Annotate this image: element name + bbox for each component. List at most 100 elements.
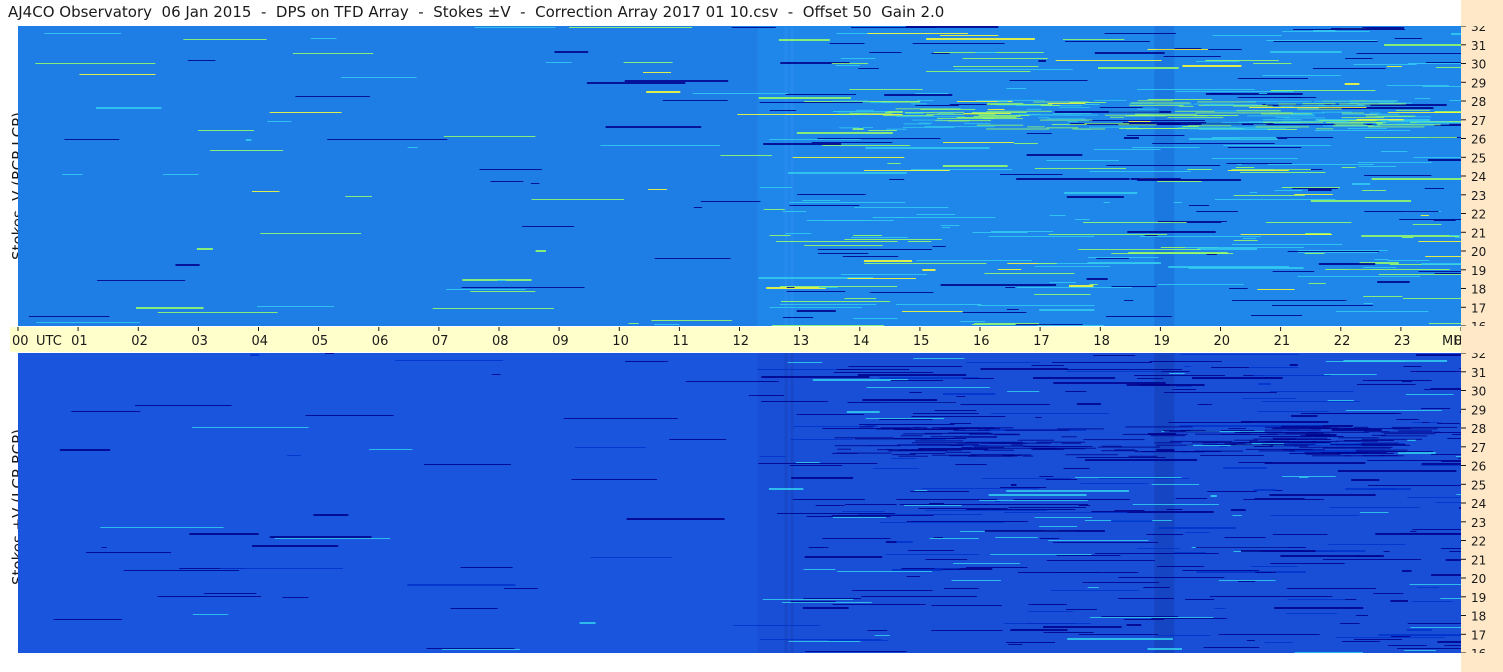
signal-line (1063, 39, 1125, 40)
vertical-stripe (1154, 26, 1175, 326)
signal-line (1441, 461, 1461, 462)
burst-band (932, 427, 996, 429)
signal-line (769, 307, 862, 308)
freq-tick-label: 16 (1471, 647, 1486, 653)
signal-line (1049, 282, 1076, 283)
signal-line (916, 214, 956, 215)
signal-line (1253, 375, 1331, 376)
signal-line (853, 235, 882, 236)
signal-line (915, 514, 983, 515)
signal-line (908, 241, 932, 242)
signal-line (974, 323, 1039, 324)
signal-line (474, 27, 556, 28)
signal-line (912, 43, 1005, 44)
signal-line (442, 649, 521, 650)
signal-line (1396, 419, 1419, 420)
signal-line (1405, 394, 1454, 395)
signal-line (1157, 566, 1204, 567)
signal-line (837, 571, 932, 572)
vertical-stripe (1154, 353, 1175, 653)
signal-line (1287, 251, 1380, 252)
burst-band (924, 432, 993, 434)
signal-line (1287, 599, 1346, 600)
signal-line (1449, 551, 1461, 552)
time-tick-label: 08 (492, 334, 509, 349)
signal-line (1417, 587, 1440, 588)
signal-line (1087, 587, 1099, 588)
signal-line (1065, 41, 1150, 42)
signal-line (1136, 548, 1180, 549)
signal-line (796, 310, 836, 312)
burst-band (1065, 114, 1098, 116)
signal-line (1281, 187, 1340, 188)
signal-line (192, 614, 229, 615)
signal-line (1098, 67, 1179, 69)
signal-line (1364, 175, 1432, 176)
signal-line (646, 91, 681, 93)
signal-line (1262, 75, 1341, 76)
bottom-frequency-axis: 32 31 30 29 28 27 26 25 24 23 22 21 20 19 18 17 16 (1461, 353, 1486, 653)
signal-line (954, 69, 1073, 70)
signal-line (1168, 422, 1251, 423)
burst-band (1261, 443, 1316, 445)
signal-line (1232, 244, 1343, 245)
signal-line (1390, 600, 1408, 602)
signal-line (1345, 599, 1357, 600)
signal-line (1410, 371, 1461, 372)
signal-line (1444, 645, 1461, 646)
signal-line (822, 145, 911, 146)
signal-line (1094, 149, 1161, 150)
burst-band (1376, 124, 1441, 126)
signal-line (443, 136, 536, 137)
signal-line (953, 66, 1039, 67)
burst-band (837, 448, 852, 450)
burst-band (976, 124, 1024, 126)
burst-band (967, 455, 1013, 457)
burst-band (1051, 124, 1087, 125)
signal-line (1209, 93, 1233, 94)
signal-line (1401, 381, 1412, 382)
signal-line (535, 250, 546, 252)
signal-line (1435, 502, 1461, 503)
signal-line (64, 139, 120, 140)
signal-line (819, 287, 838, 288)
signal-line (802, 607, 849, 609)
signal-line (1386, 85, 1449, 86)
signal-line (669, 439, 727, 440)
signal-line (1358, 166, 1397, 167)
signal-line (563, 418, 678, 419)
signal-line (943, 142, 1014, 143)
signal-line (772, 325, 884, 326)
burst-band (1130, 102, 1191, 104)
signal-line (1157, 221, 1227, 222)
signal-line (1235, 167, 1255, 168)
burst-band (1255, 126, 1309, 128)
signal-line (789, 205, 860, 206)
burst-band (898, 455, 929, 457)
signal-line (1089, 617, 1214, 618)
signal-line (1242, 238, 1257, 239)
signal-line (1195, 547, 1307, 548)
time-tick-label: 07 (432, 334, 449, 349)
signal-line (899, 504, 989, 505)
signal-line (1330, 28, 1404, 29)
signal-line (997, 269, 1022, 270)
signal-line (1043, 632, 1094, 633)
signal-line (1431, 454, 1461, 455)
burst-band (1262, 119, 1302, 121)
burst-band (1392, 426, 1458, 428)
burst-band (1325, 446, 1393, 448)
signal-line (1386, 66, 1402, 67)
burst-band (1098, 446, 1161, 448)
burst-band (1129, 104, 1184, 106)
signal-line (590, 557, 673, 558)
signal-line (896, 304, 982, 305)
burst-band (986, 110, 1052, 112)
burst-band (1156, 444, 1193, 446)
signal-line (1045, 479, 1078, 480)
burst-band (1238, 121, 1262, 123)
burst-band (905, 113, 924, 114)
signal-line (1331, 429, 1382, 431)
burst-band (1368, 126, 1425, 128)
signal-line (1063, 468, 1090, 469)
